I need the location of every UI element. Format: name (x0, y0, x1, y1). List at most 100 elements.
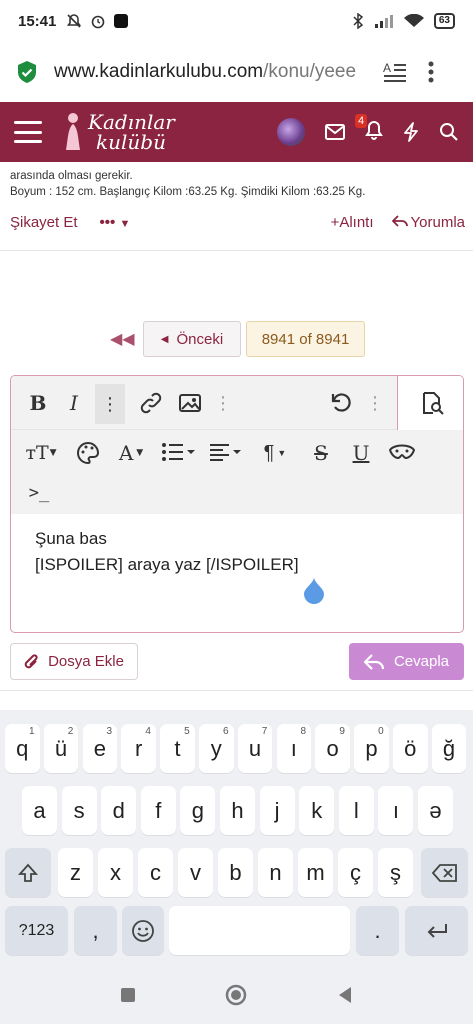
previous-page-button[interactable]: ◀ Önceki (143, 321, 241, 357)
code-icon[interactable]: >_ (25, 480, 53, 506)
home-icon[interactable] (225, 984, 247, 1006)
emoji-key[interactable] (122, 906, 164, 955)
key-n[interactable]: n (258, 848, 293, 897)
key-ç[interactable]: ç (338, 848, 373, 897)
more-text-options-icon[interactable]: ⋮ (95, 384, 125, 424)
key-j[interactable]: j (259, 786, 295, 835)
key-number-hint: 8 (300, 726, 307, 737)
key-b[interactable]: b (218, 848, 253, 897)
paragraph-icon[interactable]: ¶ ▼ (257, 438, 293, 468)
more-history-options-icon[interactable]: ⋮ (365, 390, 385, 416)
key-ğ[interactable]: ğ (431, 724, 467, 773)
report-link[interactable]: Şikayet Et (10, 214, 78, 231)
key-z[interactable]: z (58, 848, 93, 897)
symbols-key[interactable]: ?123 (5, 906, 68, 955)
underline-icon[interactable]: U (349, 438, 373, 468)
key-ö[interactable]: ö (393, 724, 428, 773)
url-domain: www.kadinlarkulubu.com (54, 61, 264, 82)
italic-icon[interactable]: I (61, 390, 87, 416)
key-r[interactable]: r4 (121, 724, 156, 773)
key-c[interactable]: c (138, 848, 173, 897)
first-page-icon[interactable]: ◀◀ (110, 329, 135, 349)
space-key[interactable] (169, 906, 350, 955)
key-label: a (33, 797, 46, 823)
back-icon[interactable] (337, 986, 353, 1004)
font-size-icon[interactable]: тT ▼ (23, 438, 59, 468)
list-icon[interactable] (161, 442, 197, 462)
reply-editor[interactable]: B I ⋮ ⋮ ⋮ тT ▼ A ▼ ¶ ▼ S U >_ Şuna bas [ISP… (10, 375, 464, 633)
key-d[interactable]: d (101, 786, 137, 835)
url-path: /konu/yeee (263, 61, 357, 82)
key-label: ü (54, 735, 68, 761)
undo-icon[interactable] (329, 391, 353, 415)
page-indicator[interactable]: 8941 of 8941 (246, 321, 365, 357)
key-f[interactable]: f (140, 786, 176, 835)
shift-key[interactable] (5, 848, 51, 897)
hamburger-menu-icon[interactable] (14, 121, 42, 143)
url-text[interactable]: www.kadinlarkulubu.com/konu/yeee (54, 61, 374, 83)
strikethrough-icon[interactable]: S (309, 438, 333, 468)
key-s[interactable]: s (61, 786, 97, 835)
enter-key[interactable] (405, 906, 468, 955)
browser-url-bar[interactable]: www.kadinlarkulubu.com/konu/yeee A (0, 42, 473, 102)
key-a[interactable]: a (22, 786, 57, 835)
more-options-button[interactable]: ••• ▼ (100, 214, 131, 231)
text-cursor-handle-icon[interactable] (302, 576, 326, 604)
bluetooth-icon (353, 13, 364, 29)
key-e[interactable]: e3 (82, 724, 118, 773)
site-logo[interactable]: Kadınlar kulübü (62, 110, 175, 154)
comment-button[interactable]: Yorumla (391, 214, 465, 231)
site-header: Kadınlar kulübü 4 (0, 102, 473, 162)
reader-mode-icon[interactable]: A (382, 59, 408, 85)
comma-label: , (92, 917, 99, 943)
period-key[interactable]: . (356, 906, 399, 955)
key-ı[interactable]: ı (378, 786, 414, 835)
backspace-key[interactable] (421, 848, 468, 897)
mail-icon[interactable] (325, 124, 345, 140)
key-m[interactable]: m (298, 848, 333, 897)
key-t[interactable]: t5 (160, 724, 195, 773)
font-family-icon[interactable]: A ▼ (113, 438, 149, 468)
key-ə[interactable]: ə (418, 786, 453, 835)
browser-menu-icon[interactable] (428, 61, 434, 83)
key-l[interactable]: l (338, 786, 374, 835)
logo-line-2: kulübü (96, 130, 166, 154)
key-ş[interactable]: ş (378, 848, 413, 897)
key-k[interactable]: k (299, 786, 335, 835)
key-p[interactable]: p0 (354, 724, 389, 773)
spoiler-mask-icon[interactable] (389, 444, 415, 460)
quote-button[interactable]: +Alıntı (331, 214, 374, 231)
key-number-hint: 0 (378, 726, 384, 737)
key-ü[interactable]: ü2 (43, 724, 79, 773)
comment-label: Yorumla (410, 214, 465, 231)
palette-icon[interactable] (77, 442, 99, 464)
search-icon[interactable] (439, 122, 459, 142)
preview-button[interactable] (397, 376, 463, 430)
preview-icon (422, 392, 444, 415)
key-label: c (150, 859, 161, 885)
plus-icon: + (330, 214, 340, 231)
image-icon[interactable] (179, 393, 201, 413)
comma-key[interactable]: , (74, 906, 117, 955)
reply-button[interactable]: Cevapla (349, 643, 464, 680)
key-o[interactable]: o9 (315, 724, 350, 773)
key-u[interactable]: u7 (237, 724, 273, 773)
key-label: m (306, 859, 325, 885)
editor-content[interactable]: Şuna bas [ISPOILER] araya yaz [/ISPOILER… (35, 526, 299, 578)
align-icon[interactable] (209, 442, 243, 462)
more-insert-options-icon[interactable]: ⋮ (213, 390, 233, 416)
recents-icon[interactable] (120, 988, 135, 1002)
bold-icon[interactable]: B (25, 390, 51, 416)
key-v[interactable]: v (178, 848, 213, 897)
key-h[interactable]: h (220, 786, 255, 835)
key-q[interactable]: q1 (5, 724, 40, 773)
key-x[interactable]: x (98, 848, 133, 897)
key-g[interactable]: g (180, 786, 216, 835)
lightning-icon[interactable] (403, 122, 419, 142)
link-icon[interactable] (139, 392, 163, 414)
attach-file-button[interactable]: Dosya Ekle (10, 643, 138, 680)
key-ı[interactable]: ı8 (276, 724, 312, 773)
notifications-button[interactable]: 4 (355, 113, 383, 145)
key-y[interactable]: y6 (199, 724, 234, 773)
avatar[interactable] (277, 118, 305, 146)
